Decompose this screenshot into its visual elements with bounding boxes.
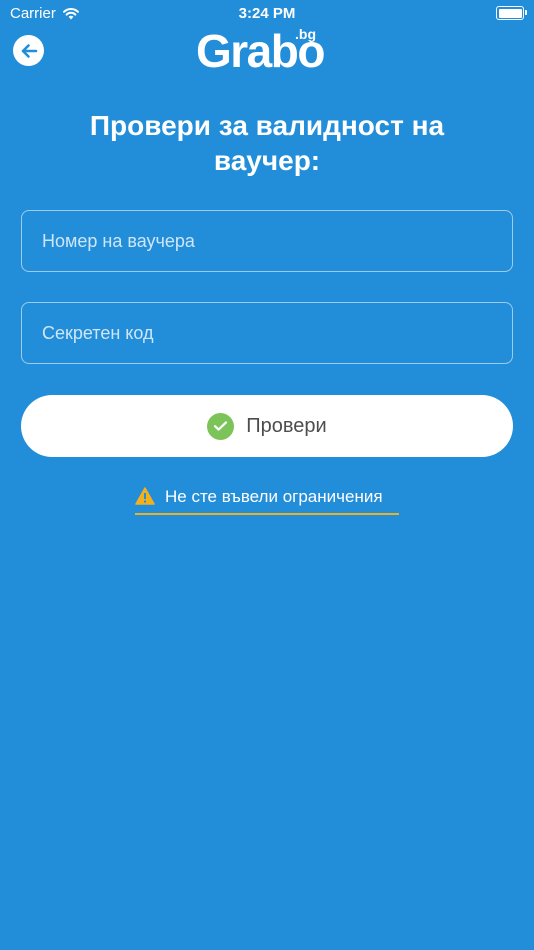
secret-code-field[interactable]	[21, 302, 513, 364]
check-circle-icon	[207, 412, 235, 440]
warning-text: Не сте въвели ограничения	[165, 487, 383, 506]
check-button-label: Провери	[246, 414, 327, 437]
grabo-logo: Grabo .bg	[196, 24, 346, 77]
warning-triangle-icon	[135, 487, 155, 505]
logo-domain: .bg	[295, 26, 316, 42]
battery-icon	[496, 6, 527, 20]
arrow-left-icon	[21, 43, 37, 58]
page-title: Провери за валидност на ваучер:	[89, 110, 445, 176]
back-button[interactable]	[13, 35, 44, 66]
clock: 3:24 PM	[238, 5, 296, 22]
voucher-number-field[interactable]	[21, 210, 513, 272]
voucher-number-input[interactable]	[42, 230, 492, 252]
no-restrictions-link[interactable]: Не сте въвели ограничения	[135, 484, 399, 515]
secret-code-input[interactable]	[42, 322, 492, 344]
check-button[interactable]: Провери	[21, 395, 513, 457]
